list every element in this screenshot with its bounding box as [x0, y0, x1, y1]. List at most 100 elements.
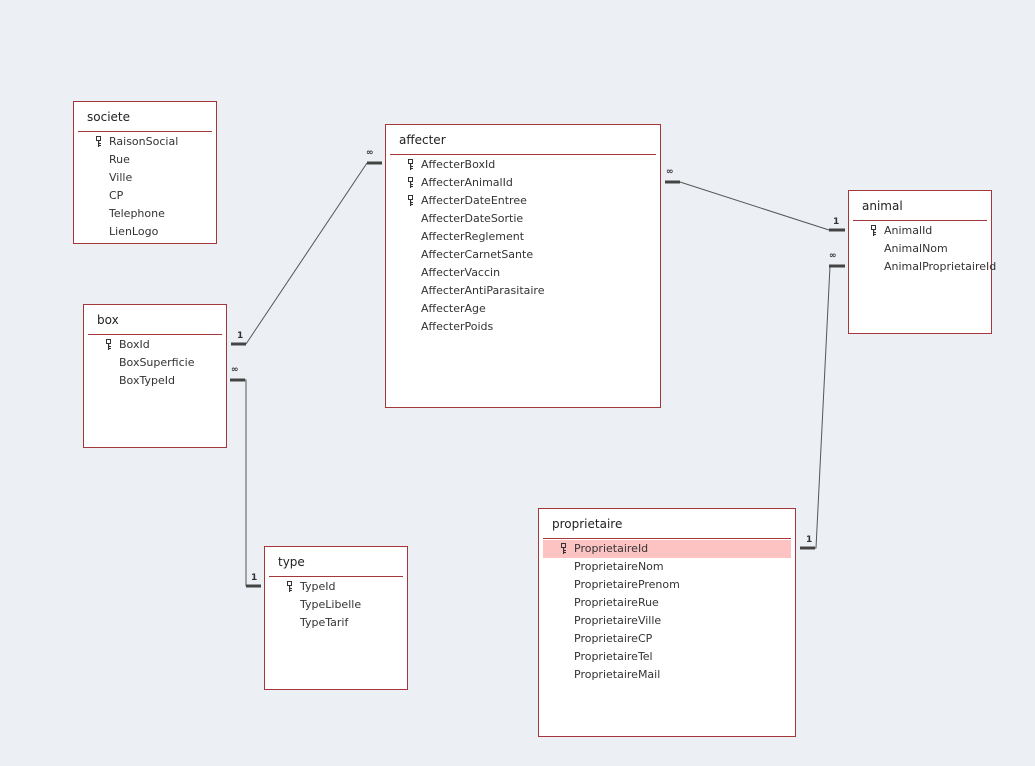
- field-name: AffecterBoxId: [421, 158, 496, 171]
- field-row[interactable]: AffecterAntiParasitaire: [390, 282, 656, 300]
- field-name: TypeId: [300, 580, 336, 593]
- field-row[interactable]: Telephone: [78, 205, 212, 223]
- table-title[interactable]: societe: [87, 110, 130, 124]
- field-row[interactable]: AnimalNom: [853, 240, 987, 258]
- field-row[interactable]: ProprietaireNom: [543, 558, 791, 576]
- table-title[interactable]: proprietaire: [552, 517, 622, 531]
- cardinality-many: ∞: [231, 365, 239, 375]
- table-proprietaire[interactable]: proprietaire ProprietaireId ProprietaireNo…: [538, 508, 796, 737]
- table-title[interactable]: animal: [862, 199, 903, 213]
- field-list: TypeId TypeLibelle TypeTarif: [269, 578, 403, 632]
- table-societe[interactable]: societe RaisonSocial Rue Ville CP Telephone Li…: [73, 101, 217, 244]
- field-name: ProprietaireRue: [574, 596, 659, 609]
- cardinality-many: ∞: [829, 251, 837, 261]
- field-name: BoxTypeId: [119, 374, 175, 387]
- field-row[interactable]: AffecterAge: [390, 300, 656, 318]
- field-name: TypeLibelle: [300, 598, 362, 611]
- field-name: Ville: [109, 171, 133, 184]
- field-name: AnimalNom: [884, 242, 948, 255]
- field-row[interactable]: CP: [78, 187, 212, 205]
- relationship-line-proprietaire-animal: [815, 265, 831, 549]
- field-row[interactable]: ProprietaireMail: [543, 666, 791, 684]
- field-list: ProprietaireId ProprietaireNom Proprietair…: [543, 540, 791, 684]
- title-divider: [88, 334, 222, 335]
- field-row[interactable]: BoxTypeId: [88, 372, 222, 390]
- field-name: ProprietaireVille: [574, 614, 662, 627]
- field-row[interactable]: AnimalProprietaireId: [853, 258, 996, 276]
- field-row[interactable]: AffecterReglement: [390, 228, 656, 246]
- field-row[interactable]: ProprietaireCP: [543, 630, 791, 648]
- field-name: AnimalId: [884, 224, 933, 237]
- field-list: RaisonSocial Rue Ville CP Telephone LienLogo: [78, 133, 212, 241]
- field-name: AffecterDateSortie: [421, 212, 524, 225]
- field-row[interactable]: LienLogo: [78, 223, 212, 241]
- field-row[interactable]: Ville: [78, 169, 212, 187]
- title-divider: [78, 131, 212, 132]
- cardinality-one: 1: [806, 535, 813, 545]
- table-type[interactable]: type TypeId TypeLibelle TypeTarif: [264, 546, 408, 690]
- field-row[interactable]: TypeLibelle: [269, 596, 403, 614]
- field-row[interactable]: ProprietaireTel: [543, 648, 791, 666]
- field-row[interactable]: AffecterVaccin: [390, 264, 656, 282]
- table-title[interactable]: box: [97, 313, 119, 327]
- field-name: Rue: [109, 153, 130, 166]
- primary-key-icon: [408, 195, 413, 206]
- field-name: AffecterPoids: [421, 320, 494, 333]
- table-animal[interactable]: animal AnimalId AnimalNom AnimalProprietair…: [848, 190, 996, 334]
- field-name: TypeTarif: [300, 616, 349, 629]
- table-title[interactable]: type: [278, 555, 305, 569]
- field-row[interactable]: AffecterAnimalId: [390, 174, 656, 192]
- field-row[interactable]: TypeId: [269, 578, 403, 596]
- field-row[interactable]: AffecterCarnetSante: [390, 246, 656, 264]
- field-row[interactable]: AffecterDateSortie: [390, 210, 656, 228]
- field-row[interactable]: RaisonSocial: [78, 133, 212, 151]
- field-name: AffecterReglement: [421, 230, 525, 243]
- field-row[interactable]: ProprietaireRue: [543, 594, 791, 612]
- field-name: RaisonSocial: [109, 135, 179, 148]
- primary-key-icon: [106, 339, 111, 350]
- field-row[interactable]: Rue: [78, 151, 212, 169]
- cardinality-many: ∞: [666, 167, 674, 177]
- field-row[interactable]: ProprietaireVille: [543, 612, 791, 630]
- table-title[interactable]: affecter: [399, 133, 446, 147]
- primary-key-icon: [408, 159, 413, 170]
- primary-key-icon: [287, 581, 292, 592]
- field-name: AnimalProprietaireId: [884, 260, 997, 273]
- field-name: AffecterAntiParasitaire: [421, 284, 545, 297]
- field-row[interactable]: AffecterBoxId: [390, 156, 656, 174]
- field-name: ProprietaireNom: [574, 560, 664, 573]
- cardinality-one: 1: [251, 573, 258, 583]
- field-row[interactable]: AffecterDateEntree: [390, 192, 656, 210]
- field-row[interactable]: BoxSuperficie: [88, 354, 222, 372]
- relationship-line-affecter-animal: [679, 181, 830, 231]
- field-name: AffecterAge: [421, 302, 486, 315]
- field-name: ProprietaireMail: [574, 668, 661, 681]
- field-name: BoxSuperficie: [119, 356, 195, 369]
- field-name: Telephone: [109, 207, 165, 220]
- field-name: ProprietaireTel: [574, 650, 653, 663]
- field-name: AffecterVaccin: [421, 266, 501, 279]
- relationship-line-box-affecter: [245, 162, 368, 345]
- field-row[interactable]: ProprietairePrenom: [543, 576, 791, 594]
- field-name: ProprietaireCP: [574, 632, 653, 645]
- cardinality-one: 1: [237, 331, 244, 341]
- field-name: AffecterCarnetSante: [421, 248, 534, 261]
- field-name: BoxId: [119, 338, 150, 351]
- primary-key-icon: [561, 543, 566, 554]
- title-divider: [853, 220, 987, 221]
- field-row[interactable]: TypeTarif: [269, 614, 403, 632]
- field-row[interactable]: AnimalId: [853, 222, 987, 240]
- primary-key-icon: [871, 225, 876, 236]
- field-row[interactable]: BoxId: [88, 336, 222, 354]
- title-divider: [390, 154, 656, 155]
- table-box[interactable]: box BoxId BoxSuperficie BoxTypeId: [83, 304, 227, 448]
- primary-key-icon: [96, 136, 101, 147]
- table-affecter[interactable]: affecter AffecterBoxId AffecterAnimalId Aff…: [385, 124, 661, 408]
- field-list: AffecterBoxId AffecterAnimalId AffecterDat…: [390, 156, 656, 336]
- field-row[interactable]: ProprietaireId: [543, 540, 791, 558]
- cardinality-one: 1: [833, 217, 840, 227]
- field-row[interactable]: AffecterPoids: [390, 318, 656, 336]
- field-name: AffecterDateEntree: [421, 194, 527, 207]
- field-name: AffecterAnimalId: [421, 176, 513, 189]
- primary-key-icon: [408, 177, 413, 188]
